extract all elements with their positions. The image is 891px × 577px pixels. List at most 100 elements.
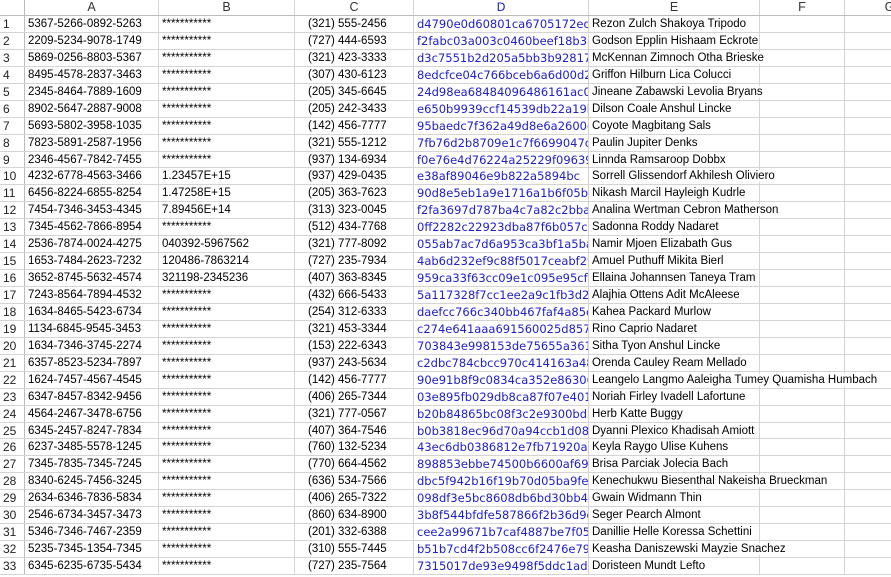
cell-g[interactable] xyxy=(845,490,891,506)
cell-g[interactable] xyxy=(845,507,891,523)
cell-a[interactable]: 5346-7346-7467-2359 xyxy=(25,524,159,541)
cell-c[interactable]: (406) 265-7322 xyxy=(295,490,414,507)
cell-b[interactable]: *********** xyxy=(159,100,295,117)
cell-g[interactable] xyxy=(845,253,891,269)
cell-e[interactable]: Ellaina Johannsen Taneya Tram xyxy=(589,270,760,286)
cell-b[interactable]: 1.47258E+15 xyxy=(159,185,295,202)
cell-b[interactable]: *********** xyxy=(159,32,295,49)
row-header[interactable]: 20 xyxy=(0,337,25,354)
column-header-b[interactable]: B xyxy=(159,0,295,15)
row-header[interactable]: 29 xyxy=(0,490,25,507)
row-header[interactable]: 31 xyxy=(0,524,25,541)
cell-f[interactable] xyxy=(760,388,845,405)
cell-e[interactable]: Keasha Daniszewski Mayzie Snachez xyxy=(589,541,786,557)
cell-a[interactable]: 7823-5891-2587-1956 xyxy=(25,134,159,151)
cell-c[interactable]: (937) 243-5634 xyxy=(295,354,414,371)
cell-g[interactable] xyxy=(845,524,891,540)
cell-d[interactable]: 43ec6db0386812e7fb71920a9 xyxy=(414,439,589,456)
cell-g[interactable] xyxy=(845,101,891,117)
cell-d[interactable]: 90d8e5eb1a9e1716a1b6f05b8 xyxy=(414,185,589,202)
column-header-d[interactable]: D xyxy=(414,0,589,15)
cell-c[interactable]: (321) 777-8092 xyxy=(295,236,414,253)
cell-c[interactable]: (142) 456-7777 xyxy=(295,117,414,134)
cell-b[interactable]: 1.23457E+15 xyxy=(159,168,295,185)
cell-d[interactable]: 4ab6d232ef9c88f5017ceabf29 xyxy=(414,253,589,270)
cell-g[interactable] xyxy=(845,67,891,83)
cell-d[interactable]: d4790e0d60801ca6705172ed5 xyxy=(414,16,589,32)
cell-c[interactable]: (406) 265-7344 xyxy=(295,388,414,405)
cell-e[interactable]: Sadonna Roddy Nadaret xyxy=(589,219,760,236)
cell-a[interactable]: 8340-6245-7456-3245 xyxy=(25,473,159,490)
cell-e[interactable]: Leangelo Langmo Aaleigha Tumey Quamisha … xyxy=(589,371,878,388)
cell-g[interactable] xyxy=(845,16,891,32)
cell-d[interactable]: f2fabc03a003c0460beef18b38 xyxy=(414,32,589,49)
cell-a[interactable]: 1134-6845-9545-3453 xyxy=(25,320,159,337)
cell-c[interactable]: (636) 534-7566 xyxy=(295,473,414,490)
cell-b[interactable]: 040392-5967562 xyxy=(159,236,295,253)
cell-a[interactable]: 2345-8464-7889-1609 xyxy=(25,83,159,100)
cell-b[interactable]: 120486-7863214 xyxy=(159,253,295,270)
cell-f[interactable] xyxy=(760,117,845,134)
row-header[interactable]: 12 xyxy=(0,202,25,219)
cell-e[interactable]: Gwain Widmann Thin xyxy=(589,490,760,507)
cell-e[interactable]: Amuel Puthuff Mikita Bierl xyxy=(589,253,760,270)
row-header[interactable]: 23 xyxy=(0,388,25,405)
row-header[interactable]: 10 xyxy=(0,168,25,185)
cell-d[interactable]: 0ff2282c22923dba87f6b057c6 xyxy=(414,219,589,236)
cell-c[interactable]: (321) 555-2456 xyxy=(295,16,414,32)
cell-a[interactable]: 5693-5802-3958-1035 xyxy=(25,117,159,134)
cell-g[interactable] xyxy=(845,355,891,371)
cell-g[interactable] xyxy=(845,287,891,303)
cell-d[interactable]: b20b84865bc08f3c2e9300bd2 xyxy=(414,405,589,422)
cell-e[interactable]: Doristeen Mundt Lefto xyxy=(589,558,760,574)
cell-b[interactable]: *********** xyxy=(159,151,295,168)
cell-b[interactable]: *********** xyxy=(159,49,295,66)
cell-e[interactable]: Alajhia Ottens Adit McAleese xyxy=(589,287,760,303)
row-header[interactable]: 4 xyxy=(0,66,25,83)
cell-d[interactable]: 95baedc7f362a49d8e6a2600c xyxy=(414,117,589,134)
cell-b[interactable]: 321198-2345236 xyxy=(159,270,295,286)
cell-g[interactable] xyxy=(845,202,891,218)
cell-g[interactable] xyxy=(845,50,891,66)
cell-e[interactable]: Brisa Parciak Jolecia Bach xyxy=(589,456,760,473)
cell-f[interactable] xyxy=(760,524,845,541)
cell-d[interactable]: 24d98ea68484096486161ac04 xyxy=(414,83,589,100)
cell-c[interactable]: (407) 364-7546 xyxy=(295,422,414,439)
cell-f[interactable] xyxy=(760,405,845,422)
cell-a[interactable]: 4232-6778-4563-3466 xyxy=(25,168,159,185)
cell-b[interactable]: *********** xyxy=(159,287,295,303)
cell-g[interactable] xyxy=(845,423,891,439)
cell-b[interactable]: *********** xyxy=(159,117,295,134)
cell-a[interactable]: 5235-7345-1354-7345 xyxy=(25,541,159,557)
cell-c[interactable]: (727) 235-7934 xyxy=(295,253,414,270)
cell-c[interactable]: (310) 555-7445 xyxy=(295,541,414,557)
row-header[interactable]: 5 xyxy=(0,83,25,100)
cell-c[interactable]: (407) 363-8345 xyxy=(295,270,414,286)
cell-c[interactable]: (321) 777-0567 xyxy=(295,405,414,422)
row-header[interactable]: 19 xyxy=(0,320,25,337)
cell-a[interactable]: 1653-7484-2623-7232 xyxy=(25,253,159,270)
cell-e[interactable]: Kahea Packard Murlow xyxy=(589,303,760,320)
cell-b[interactable]: *********** xyxy=(159,405,295,422)
row-header[interactable]: 18 xyxy=(0,303,25,320)
cell-f[interactable] xyxy=(760,303,845,320)
row-header[interactable]: 33 xyxy=(0,558,25,574)
cell-e[interactable]: Griffon Hilburn Lica Colucci xyxy=(589,66,760,83)
row-header[interactable]: 7 xyxy=(0,117,25,134)
row-header[interactable]: 16 xyxy=(0,270,25,286)
cell-b[interactable]: 7.89456E+14 xyxy=(159,202,295,219)
cell-e[interactable]: Analina Wertman Cebron Matherson xyxy=(589,202,779,219)
cell-a[interactable]: 7345-4562-7866-8954 xyxy=(25,219,159,236)
cell-b[interactable]: *********** xyxy=(159,507,295,524)
cell-a[interactable]: 2634-6346-7836-5834 xyxy=(25,490,159,507)
cell-d[interactable]: 098df3e5bc8608db6bd30bb43 xyxy=(414,490,589,507)
cell-f[interactable] xyxy=(760,253,845,270)
cell-f[interactable] xyxy=(760,490,845,507)
cell-c[interactable]: (937) 429-0435 xyxy=(295,168,414,185)
cell-b[interactable]: *********** xyxy=(159,541,295,557)
cell-a[interactable]: 7454-7346-3453-4345 xyxy=(25,202,159,219)
cell-b[interactable]: *********** xyxy=(159,524,295,541)
cell-f[interactable] xyxy=(760,270,845,286)
cell-b[interactable]: *********** xyxy=(159,337,295,354)
row-header[interactable]: 6 xyxy=(0,100,25,117)
